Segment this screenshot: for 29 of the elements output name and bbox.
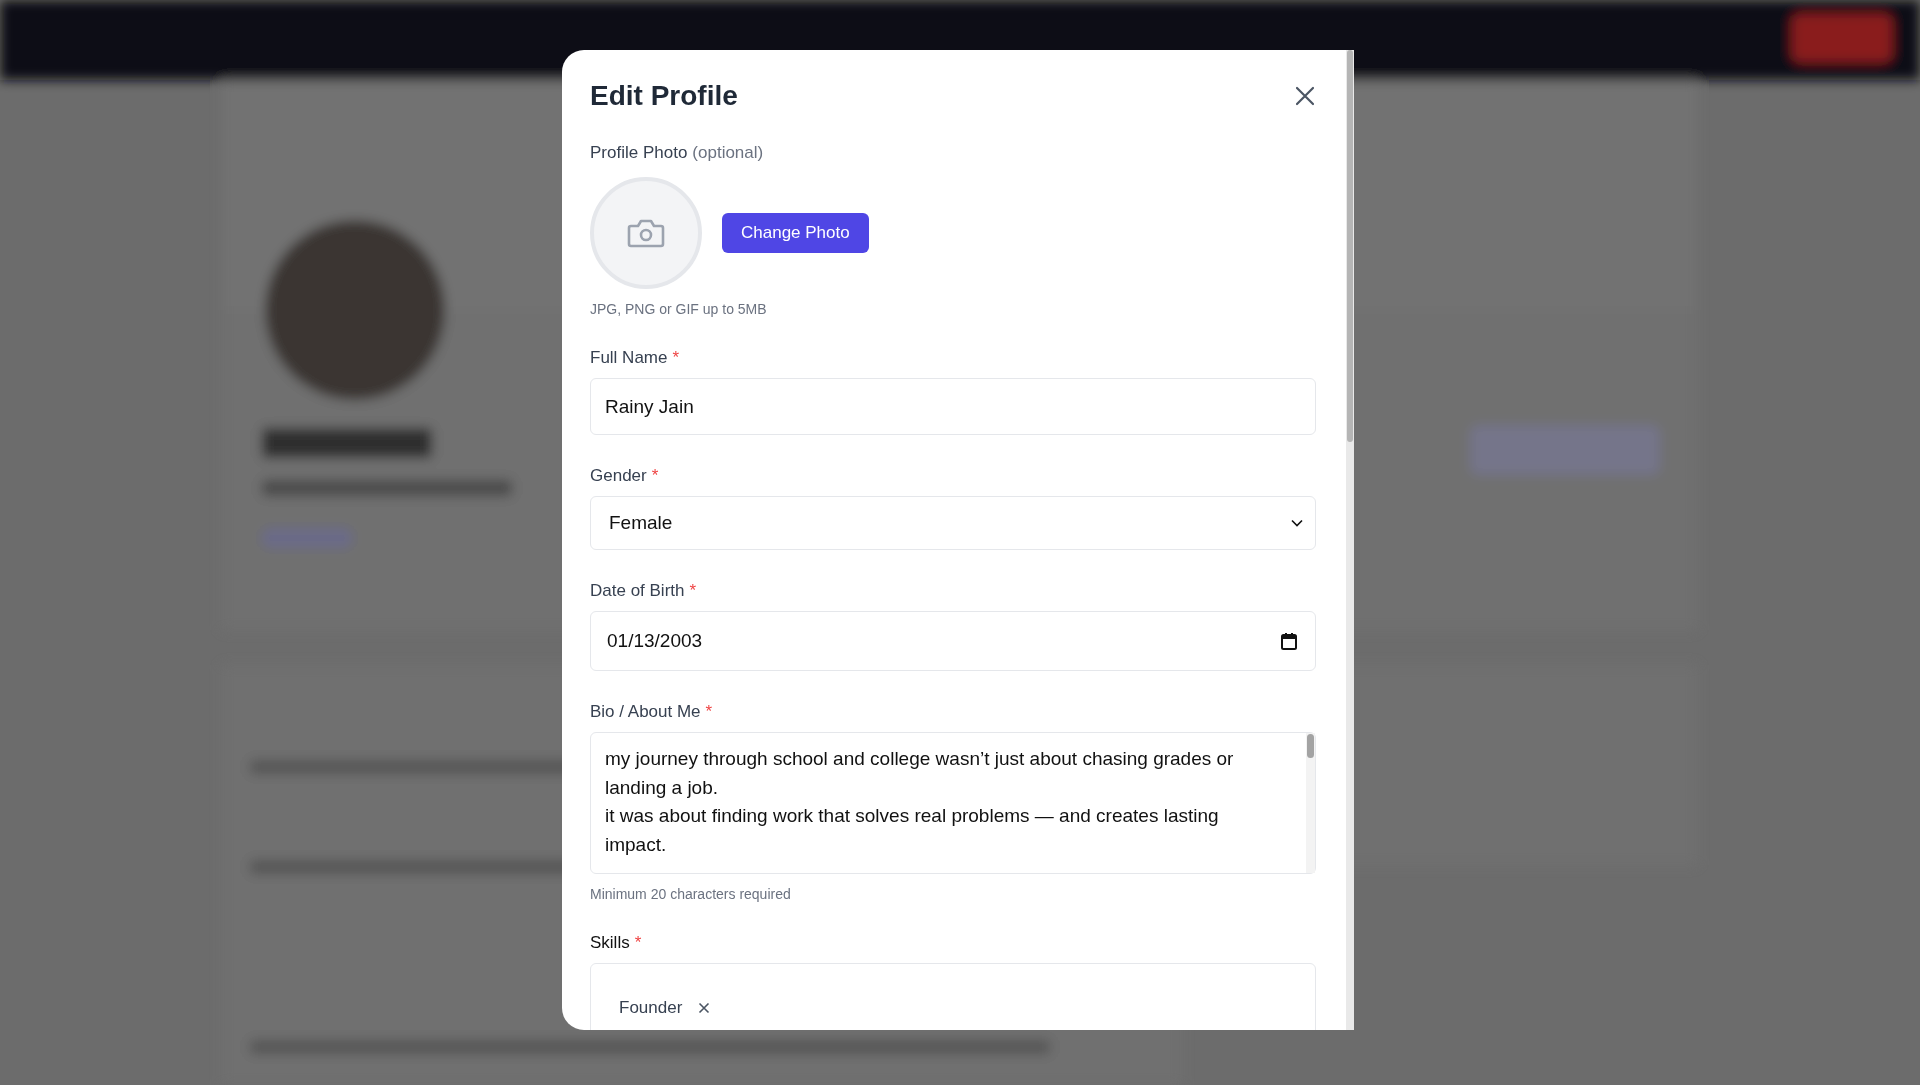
field-label: Full Name [590,348,668,368]
file-hint: JPG, PNG or GIF up to 5MB [590,301,768,317]
required-mark: * [651,466,659,486]
field-hint: Minimum 20 characters required [590,886,792,902]
scrollbar[interactable] [1306,733,1315,873]
camera-icon [627,217,665,249]
optional-note: (optional) [692,143,764,163]
skill-tag: Founder [619,998,683,1018]
calendar-icon [1281,632,1297,650]
skills-field[interactable]: Founder [590,963,1316,1030]
bio-field[interactable]: my journey through school and college wasn’t just about chasing grades or landing a job. it was about finding work that solves real problems — and creates lasting impact. [590,732,1316,874]
required-mark: * [705,702,713,722]
date-field[interactable]: 01/13/2003 [590,611,1316,671]
close-icon[interactable] [1294,85,1316,107]
field-label: Profile Photo [590,143,688,163]
chevron-icon [1291,519,1303,527]
field-label: Bio / About Me [590,702,701,722]
field-label: Date of Birth [590,581,685,601]
required-mark: * [689,581,697,601]
required-mark: * [634,933,642,953]
field-label: Skills [590,933,630,953]
change-photo-button[interactable]: Change Photo [722,213,869,253]
dialog-scrollbar[interactable] [1346,50,1354,1030]
remove-icon[interactable] [698,1002,711,1014]
field-label: Gender [590,466,647,486]
dialog-title: Edit Profile [590,80,738,112]
gender-select[interactable]: Female [590,496,1316,550]
name-field[interactable]: Rainy Jain [590,378,1316,435]
required-mark: * [672,348,680,368]
